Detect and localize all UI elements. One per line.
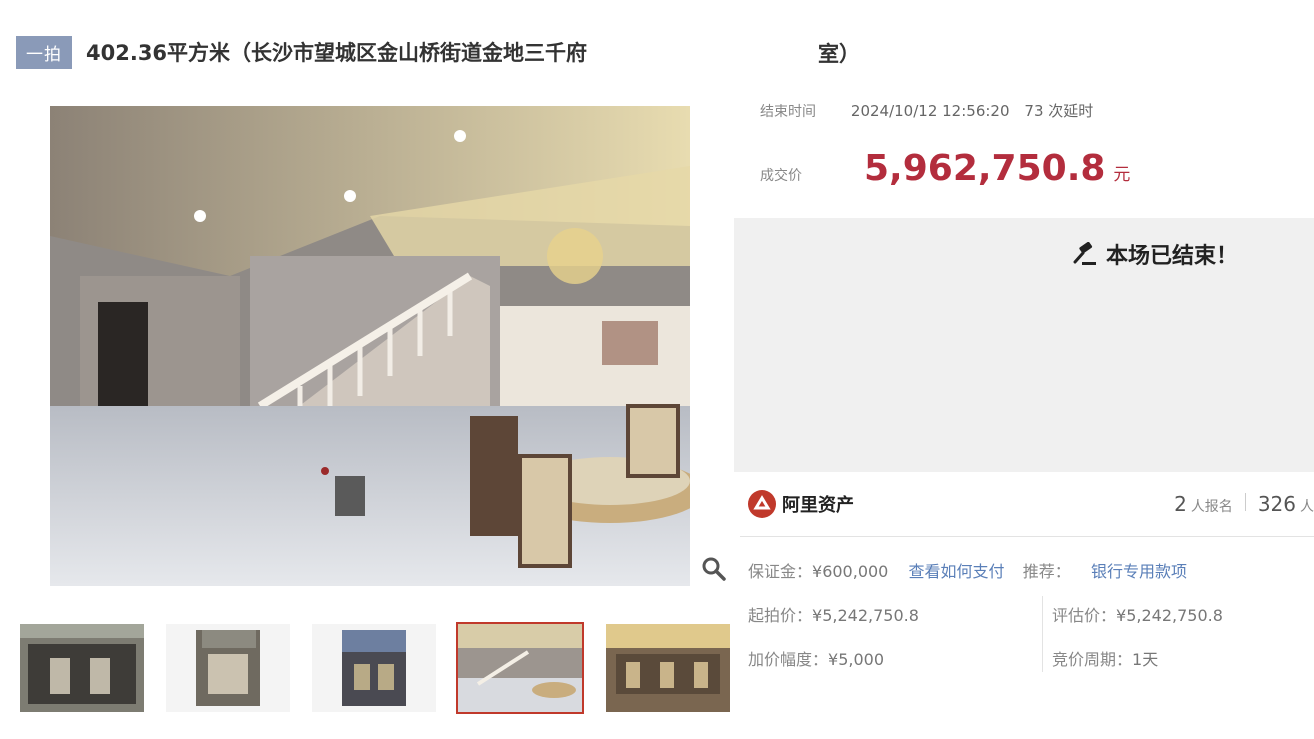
title-row: 一拍 402.36平方米（长沙市望城区金山桥街道金地三千府 <box>16 34 587 70</box>
end-time-row: 结束时间 2024/10/12 12:56:20 73 次延时 <box>760 100 1093 121</box>
deposit-row: 保证金：¥600,000 查看如何支付 推荐： 银行专用款项 <box>748 558 1187 582</box>
auction-stats: 2 人报名 326 人 <box>1174 492 1314 516</box>
end-time-value: 2024/10/12 12:56:20 <box>850 102 1010 120</box>
price-unit: 元 <box>1113 165 1131 185</box>
watcher-label: 人 <box>1300 499 1314 515</box>
section-divider <box>740 536 1314 537</box>
main-property-photo[interactable] <box>50 106 690 586</box>
auction-status: 本场已结束！ <box>1072 238 1238 270</box>
details-column-divider <box>1042 596 1043 672</box>
final-price-value: 5,962,750.8 <box>864 148 1106 189</box>
signup-label: 人报名 <box>1190 499 1233 515</box>
thumbnail-5[interactable] <box>604 622 732 714</box>
thumbnail-4-selected[interactable] <box>456 622 584 714</box>
appraisal-row: 评估价：¥5,242,750.8 <box>1052 602 1223 626</box>
deposit-label: 保证金： <box>748 562 813 581</box>
bidding-cycle-row: 竞价周期：1天 <box>1052 646 1158 670</box>
brand-row: 阿里资产 2 人报名 326 人 <box>748 484 1314 524</box>
increment-value: ¥5,000 <box>828 650 884 669</box>
auction-status-panel: 本场已结束！ <box>734 218 1314 472</box>
recommend-label: 推荐： <box>1022 562 1071 581</box>
delay-count: 73 次延时 <box>1024 102 1094 120</box>
appraisal-value: ¥5,242,750.8 <box>1116 606 1223 625</box>
page-title: 402.36平方米（长沙市望城区金山桥街道金地三千府 <box>86 41 588 65</box>
how-to-pay-link[interactable]: 查看如何支付 <box>909 562 1005 581</box>
recommend-link[interactable]: 银行专用款项 <box>1091 562 1187 581</box>
start-price-value: ¥5,242,750.8 <box>812 606 919 625</box>
zoom-button[interactable] <box>700 555 728 583</box>
start-price-label: 起拍价： <box>748 606 813 625</box>
auction-round-badge: 一拍 <box>16 35 72 69</box>
watcher-count: 326 <box>1257 492 1296 516</box>
signup-count: 2 <box>1174 492 1187 516</box>
magnifier-icon <box>702 557 726 581</box>
bidding-cycle-label: 竞价周期： <box>1052 650 1133 669</box>
page-title-end: 室） <box>818 42 860 66</box>
thumbnail-3[interactable] <box>310 622 438 714</box>
end-time-label: 结束时间 <box>760 104 816 120</box>
brand-name: 阿里资产 <box>782 495 854 516</box>
auction-status-text: 本场已结束！ <box>1105 244 1238 269</box>
thumbnail-2[interactable] <box>164 622 292 714</box>
thumbnail-1[interactable] <box>18 622 146 714</box>
increment-row: 加价幅度：¥5,000 <box>748 646 884 670</box>
gavel-icon <box>1073 242 1096 265</box>
final-price-label: 成交价 <box>760 168 802 184</box>
appraisal-label: 评估价： <box>1052 606 1117 625</box>
ali-asset-logo <box>748 490 776 518</box>
bidding-cycle-value: 1天 <box>1132 650 1159 669</box>
deposit-value: ¥600,000 <box>812 562 889 581</box>
stats-divider <box>1244 493 1246 511</box>
increment-label: 加价幅度： <box>748 650 829 669</box>
start-price-row: 起拍价：¥5,242,750.8 <box>748 602 919 626</box>
final-price-row: 成交价 5,962,750.8 元 <box>760 148 1130 189</box>
